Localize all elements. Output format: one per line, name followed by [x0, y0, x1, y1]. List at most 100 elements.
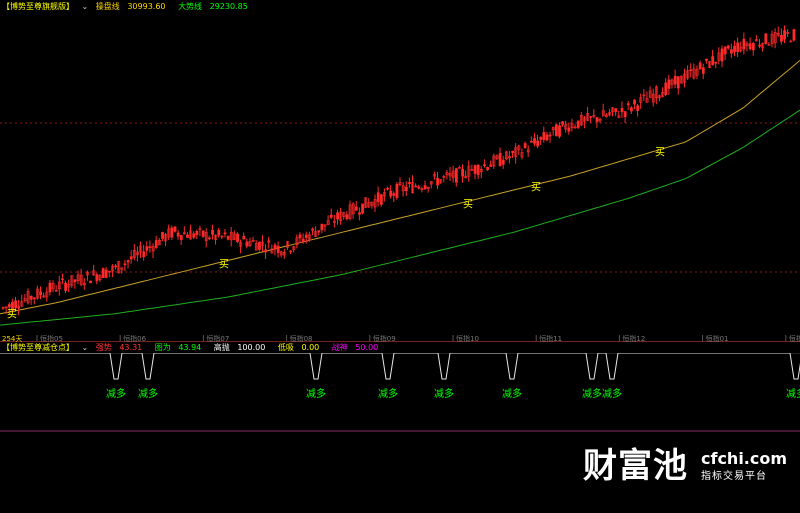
candle-body	[395, 183, 399, 198]
lower-item-high-label: 高抛	[213, 343, 230, 352]
candle	[780, 28, 783, 45]
candle	[104, 267, 108, 279]
candle	[54, 285, 58, 292]
candlestick-chart[interactable]: 买买买买买	[0, 10, 800, 342]
candle	[392, 191, 396, 202]
axis-tick-label: 恒指07	[206, 334, 229, 343]
candle	[533, 132, 536, 147]
candle	[470, 164, 474, 171]
candle	[498, 147, 502, 167]
lower-header-title[interactable]: 【博势至尊减仓点】	[2, 343, 74, 352]
candle	[411, 175, 415, 194]
candle-body	[408, 182, 411, 184]
candle	[361, 203, 364, 215]
candle	[617, 110, 621, 119]
candle-body	[392, 193, 396, 196]
candle	[711, 49, 715, 66]
candle-body	[783, 30, 786, 40]
candle	[433, 171, 436, 180]
candle-body	[354, 206, 358, 211]
candle-body	[236, 233, 239, 242]
candle	[580, 112, 583, 127]
candle-body	[301, 238, 305, 243]
lower-header: 【博势至尊减仓点】 ⌄ 强势 43.31 图为 43.94 高抛 100.00 …	[2, 343, 388, 353]
candle	[258, 241, 261, 252]
candle-body	[195, 230, 199, 235]
candle	[695, 65, 699, 80]
candle-body	[458, 167, 461, 169]
candle-body	[748, 43, 752, 50]
candle	[295, 234, 299, 249]
candle-body	[751, 42, 755, 51]
lower-item-high-value: 100.00	[237, 343, 266, 352]
chart-stage: 【博势至尊旗舰版】 ⌄ 操盘线 30993.60 大势线 29230.85 买买…	[0, 0, 800, 513]
candle	[742, 32, 746, 55]
candle	[339, 207, 343, 225]
candle-body	[714, 61, 718, 64]
candle-body	[423, 185, 427, 190]
candle	[689, 63, 693, 78]
candle-body	[386, 187, 389, 190]
candle	[292, 245, 296, 253]
ma-line-short	[0, 60, 800, 315]
candle	[758, 39, 761, 49]
candle	[289, 249, 293, 255]
candle	[136, 246, 139, 262]
candle-body	[404, 186, 408, 192]
candle-body	[483, 164, 486, 167]
candle	[283, 248, 286, 259]
candle	[314, 226, 318, 238]
candle-body	[554, 124, 558, 137]
candle	[204, 228, 208, 248]
candle	[176, 230, 180, 240]
indicator-line	[0, 353, 800, 380]
candle-body	[73, 279, 77, 283]
lower-item-war: 战神 50.00	[332, 343, 383, 352]
candle	[267, 236, 271, 249]
candle	[279, 250, 283, 258]
buy-signal-label: 买	[219, 258, 229, 270]
candle	[745, 41, 749, 52]
candle	[151, 243, 155, 259]
candle	[248, 237, 252, 248]
lower-item-war-label: 战神	[331, 343, 348, 352]
candle-body	[636, 105, 640, 111]
candle	[545, 131, 549, 142]
candle	[154, 235, 158, 249]
candle	[536, 134, 540, 149]
candle	[636, 104, 640, 117]
candle-body	[536, 140, 540, 147]
candle-body	[414, 185, 418, 188]
candle	[651, 88, 655, 107]
candle	[1, 306, 5, 311]
lower-header-chevron-icon[interactable]: ⌄	[82, 343, 89, 352]
candle	[261, 235, 264, 252]
candle	[701, 63, 705, 80]
candle	[401, 181, 405, 197]
candle-body	[148, 246, 152, 249]
candle-body	[595, 117, 599, 123]
candle-body	[523, 143, 527, 148]
lower-item-chart-value: 43.94	[178, 343, 202, 352]
candle-body	[667, 79, 671, 89]
brand-logo: 财富池 cfchi.com 指标交易平台	[583, 446, 787, 492]
candle	[683, 68, 686, 88]
candle-body	[61, 278, 64, 281]
candle-body	[548, 134, 552, 137]
candle	[82, 278, 86, 290]
candle-body	[317, 230, 321, 233]
candle-body	[630, 107, 633, 112]
candle-body	[336, 212, 339, 220]
candle	[529, 136, 533, 143]
candle	[148, 240, 152, 253]
candle	[320, 223, 324, 234]
candle-body	[576, 120, 580, 128]
candle	[676, 76, 680, 95]
candle	[73, 279, 77, 289]
candle	[448, 167, 452, 182]
candle-body	[114, 265, 118, 268]
candle	[336, 210, 339, 225]
candle	[236, 232, 239, 244]
candle	[598, 117, 602, 124]
lower-item-chart-label: 图为	[154, 343, 171, 352]
